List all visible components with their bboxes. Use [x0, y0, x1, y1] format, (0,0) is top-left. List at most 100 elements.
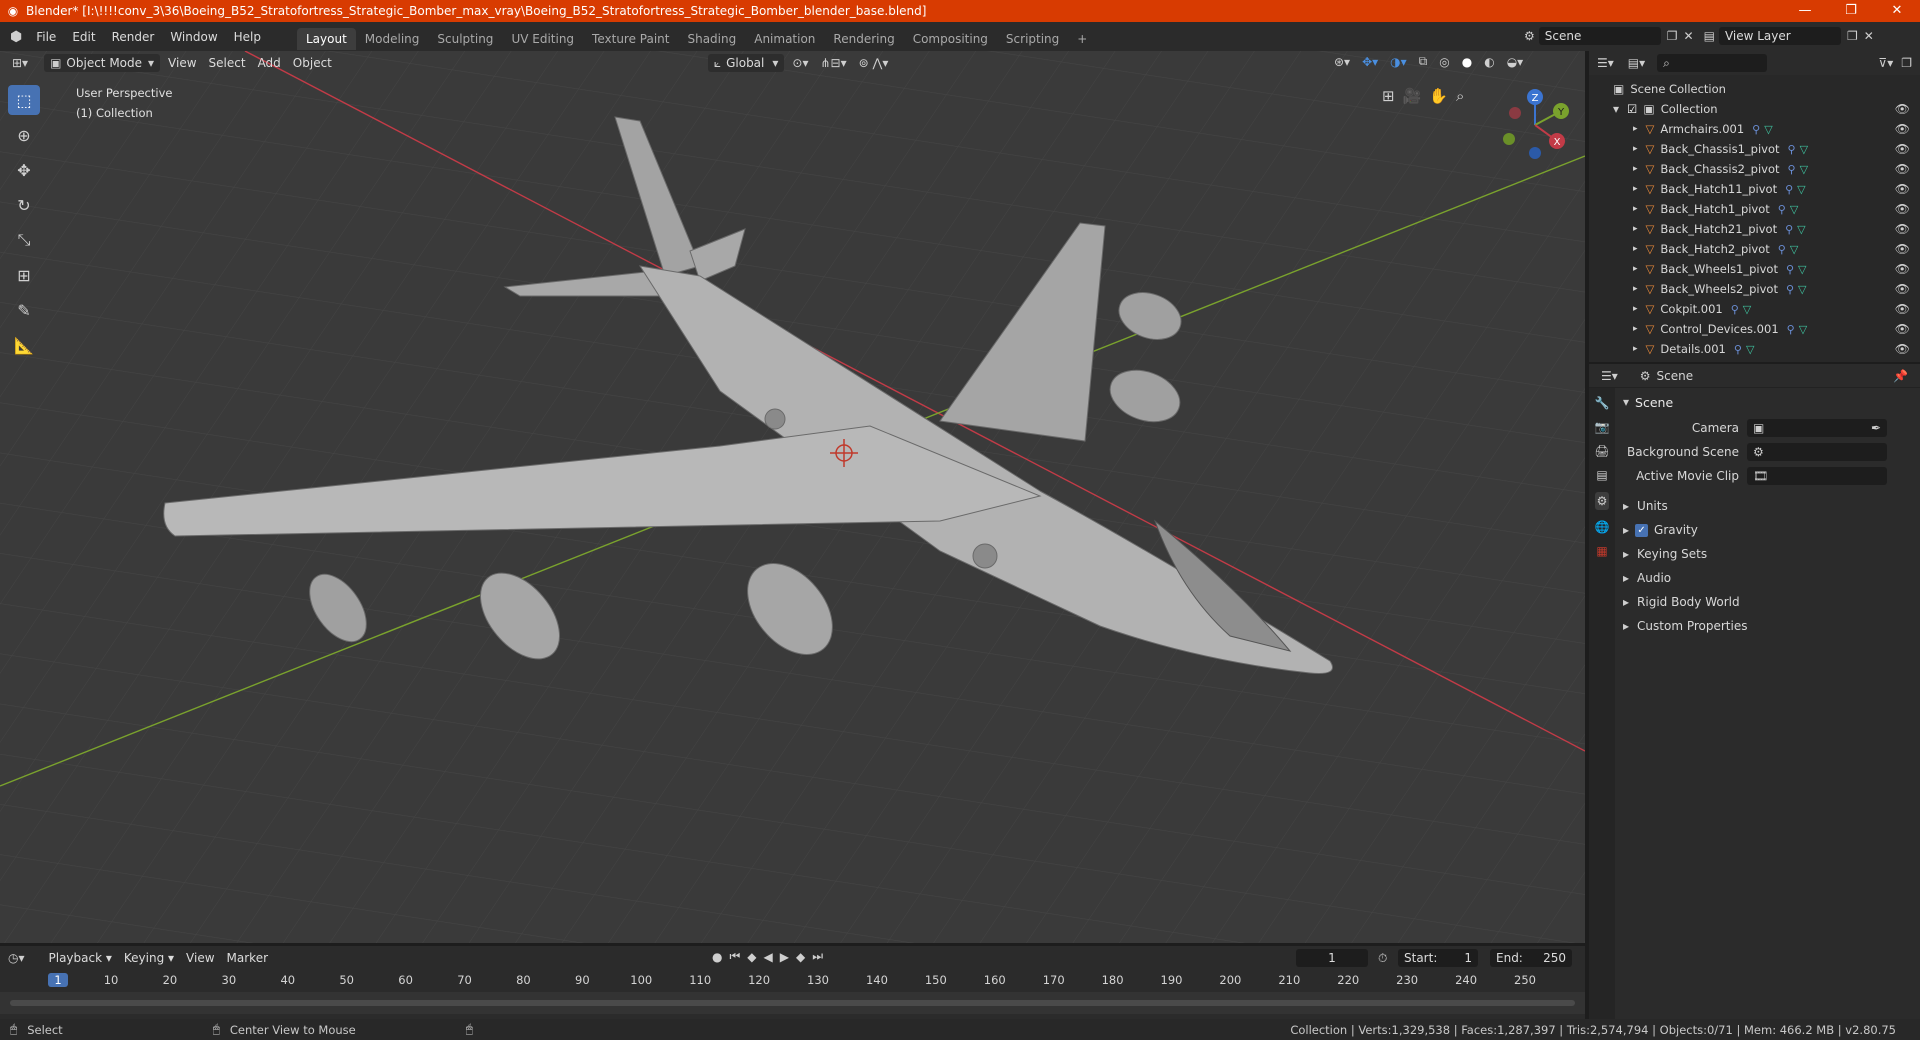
prev-keyframe-icon[interactable]: ◆ [747, 950, 756, 964]
outliner-item[interactable]: ▸ ▽ Cokpit.001 ⚲ ▽ 👁 [1589, 299, 1920, 319]
panel-gravity[interactable]: ▸ ✓ Gravity [1623, 518, 1912, 542]
panel-units[interactable]: ▸ Units [1623, 494, 1912, 518]
xray-icon[interactable]: ⧉ [1413, 54, 1434, 69]
output-tab-icon[interactable]: 🖨 [1594, 444, 1609, 458]
outliner-item[interactable]: ▸ ▽ Back_Hatch2_pivot ⚲ ▽ 👁 [1589, 239, 1920, 259]
play-icon[interactable]: ▶ [780, 950, 789, 964]
view-layer-icon[interactable]: ▤ [1704, 29, 1715, 43]
scene-section-header[interactable]: ▾ Scene [1623, 390, 1912, 414]
background-scene-field[interactable]: ⚙ [1747, 443, 1887, 461]
outliner-item[interactable]: ▸ ▽ Back_Wheels1_pivot ⚲ ▽ 👁 [1589, 259, 1920, 279]
zoom-icon[interactable]: ⌕ [1456, 87, 1464, 105]
texture-tab-icon[interactable]: ▦ [1596, 544, 1607, 558]
playhead-frame-indicator[interactable]: 1 [48, 973, 68, 987]
gravity-checkbox[interactable]: ✓ [1635, 523, 1649, 537]
select-box-tool-icon[interactable]: ⬚ [8, 85, 40, 115]
outliner-item[interactable]: ▸ ▽ Back_Hatch11_pivot ⚲ ▽ 👁 [1589, 179, 1920, 199]
outliner-item[interactable]: ▸ ▽ Armchairs.001 ⚲ ▽ 👁 [1589, 119, 1920, 139]
outliner-item[interactable]: ▸ ▽ Details.001 ⚲ ▽ 👁 [1589, 339, 1920, 359]
eye-icon[interactable]: 👁 [1895, 262, 1910, 276]
menu-keying[interactable]: Keying ▾ [118, 951, 180, 965]
outliner-item[interactable]: ▸ ▽ Back_Chassis1_pivot ⚲ ▽ 👁 [1589, 139, 1920, 159]
expand-arrow-icon[interactable]: ▸ [1633, 244, 1638, 254]
mode-selector[interactable]: ▣ Object Mode ▾ [44, 54, 161, 72]
snap-icon[interactable]: ⋔⊟▾ [814, 56, 852, 70]
solid-shading-icon[interactable]: ● [1456, 55, 1478, 69]
eye-icon[interactable]: 👁 [1895, 202, 1910, 216]
eye-icon[interactable]: 👁 [1895, 242, 1910, 256]
tool-tab-icon[interactable]: 🔧 [1595, 396, 1610, 410]
tree-row-scene-collection[interactable]: ▣ Scene Collection [1589, 79, 1920, 99]
eye-icon[interactable]: 👁 [1895, 342, 1910, 356]
properties-editor-icon[interactable]: ☰▾ [1601, 369, 1618, 383]
editor-type-icon[interactable]: ⊞▾ [0, 56, 34, 70]
tab-compositing[interactable]: Compositing [904, 28, 997, 50]
menu-marker[interactable]: Marker [221, 951, 274, 965]
wireframe-shading-icon[interactable]: ◎ [1433, 55, 1455, 69]
timeline-editor-icon[interactable]: ◷▾ [8, 951, 25, 965]
end-frame-field[interactable]: End: 250 [1490, 949, 1572, 967]
menu-window[interactable]: Window [162, 30, 225, 44]
display-mode-icon[interactable]: ▤▾ [1628, 56, 1645, 70]
pan-hand-icon[interactable]: ✋ [1429, 87, 1448, 105]
render-tab-icon[interactable]: 📷 [1595, 420, 1610, 434]
new-collection-icon[interactable]: ❐ [1901, 56, 1912, 70]
jump-end-icon[interactable]: ⏭ [812, 949, 823, 964]
eye-icon[interactable]: 👁 [1895, 102, 1910, 116]
tab-scripting[interactable]: Scripting [997, 28, 1068, 50]
scene-tab-icon[interactable]: ⚙ [1594, 492, 1610, 510]
panel-keying-sets[interactable]: ▸ Keying Sets [1623, 542, 1912, 566]
menu-timeline-view[interactable]: View [180, 951, 220, 965]
menu-add[interactable]: Add [252, 56, 287, 70]
tree-row-collection[interactable]: ▾ ☑ ▣ Collection 👁 [1589, 99, 1920, 119]
expand-arrow-icon[interactable]: ▸ [1633, 224, 1638, 234]
outliner-item[interactable]: ▸ ▽ Back_Chassis2_pivot ⚲ ▽ 👁 [1589, 159, 1920, 179]
menu-render[interactable]: Render [104, 30, 163, 44]
eye-icon[interactable]: 👁 [1895, 282, 1910, 296]
expand-arrow-icon[interactable]: ▸ [1633, 264, 1638, 274]
tab-texture-paint[interactable]: Texture Paint [583, 28, 678, 50]
grid-view-icon[interactable]: ⊞ [1382, 87, 1395, 105]
eye-icon[interactable]: 👁 [1895, 162, 1910, 176]
start-frame-field[interactable]: Start: 1 [1398, 949, 1478, 967]
outliner-item[interactable]: ▸ ▽ Back_Hatch1_pivot ⚲ ▽ 👁 [1589, 199, 1920, 219]
transform-tool-icon[interactable]: ⊞ [8, 260, 40, 290]
remove-scene-icon[interactable]: ✕ [1684, 29, 1694, 43]
expand-arrow-icon[interactable]: ▸ [1633, 124, 1638, 134]
menu-help[interactable]: Help [226, 30, 269, 44]
tab-animation[interactable]: Animation [745, 28, 824, 50]
eye-icon[interactable]: 👁 [1895, 302, 1910, 316]
expand-arrow-icon[interactable]: ▸ [1633, 144, 1638, 154]
next-keyframe-icon[interactable]: ◆ [796, 950, 805, 964]
current-frame-field[interactable]: 1 [1296, 949, 1368, 967]
jump-start-icon[interactable]: ⏮ [729, 949, 740, 964]
gizmo-toggle-icon[interactable]: ✥▾ [1356, 55, 1384, 69]
rendered-shading-icon[interactable]: ◒▾ [1501, 55, 1530, 69]
outliner-search-input[interactable]: ⌕ [1657, 54, 1768, 72]
close-button[interactable]: ✕ [1874, 0, 1920, 22]
proportional-editing-icon[interactable]: ⊚ ⋀▾ [853, 56, 895, 70]
outliner-editor-icon[interactable]: ☰▾ [1597, 56, 1614, 70]
expand-arrow-icon[interactable]: ▸ [1633, 344, 1638, 354]
scene-icon[interactable]: ⚙ [1524, 29, 1535, 43]
eye-icon[interactable]: 👁 [1895, 142, 1910, 156]
annotate-tool-icon[interactable]: ✎ [8, 295, 40, 325]
material-shading-icon[interactable]: ◐ [1478, 55, 1500, 69]
tab-sculpting[interactable]: Sculpting [428, 28, 502, 50]
expand-arrow-icon[interactable]: ▸ [1633, 284, 1638, 294]
eyedropper-icon[interactable]: ✒ [1871, 421, 1881, 435]
expand-arrow-icon[interactable]: ▸ [1633, 324, 1638, 334]
menu-playback[interactable]: Playback ▾ [43, 951, 118, 965]
scene-selector[interactable]: Scene [1538, 27, 1661, 45]
camera-view-icon[interactable]: 🎥 [1403, 87, 1422, 105]
minimize-button[interactable]: — [1782, 0, 1828, 22]
eye-icon[interactable]: 👁 [1895, 182, 1910, 196]
scale-tool-icon[interactable]: ⤡ [8, 225, 40, 255]
panel-audio[interactable]: ▸ Audio [1623, 566, 1912, 590]
timeline-track[interactable] [0, 992, 1585, 1014]
menu-select[interactable]: Select [203, 56, 252, 70]
checkbox-icon[interactable]: ☑ [1627, 102, 1637, 116]
play-reverse-icon[interactable]: ◀ [764, 950, 773, 964]
tab-rendering[interactable]: Rendering [824, 28, 903, 50]
tab-layout[interactable]: Layout [297, 27, 356, 50]
